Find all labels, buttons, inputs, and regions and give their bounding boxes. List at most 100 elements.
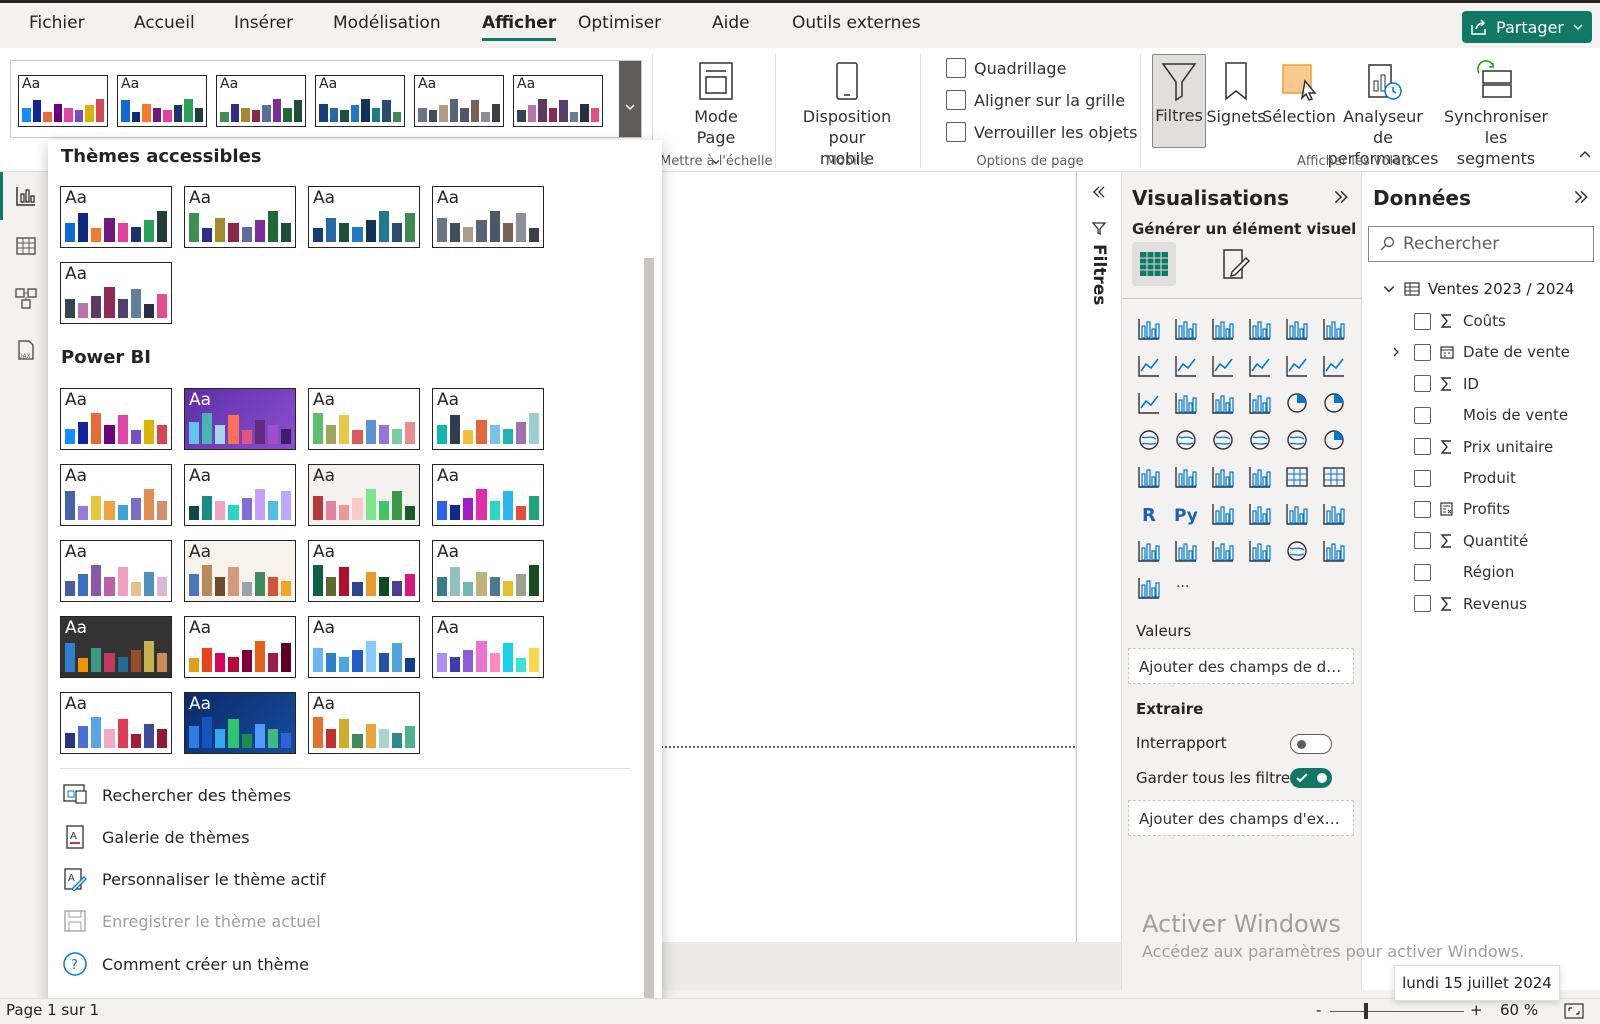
field-item[interactable]: Prix unitaire: [1414, 436, 1553, 458]
stacked-bar-chart-icon[interactable]: [1136, 316, 1162, 342]
browse-themes-item[interactable]: Rechercher des thèmes: [62, 783, 291, 807]
theme-card[interactable]: Aa: [432, 616, 544, 678]
key-influencers-icon[interactable]: [1210, 501, 1236, 527]
theme-card[interactable]: Aa: [60, 692, 172, 754]
dropdown-scrollbar[interactable]: [644, 258, 654, 1010]
funnel-chart-icon[interactable]: [1210, 390, 1236, 416]
field-item[interactable]: Date de vente: [1393, 341, 1570, 363]
clustered-bar-chart-icon[interactable]: [1210, 316, 1236, 342]
theme-card[interactable]: Aa: [60, 540, 172, 602]
menu-fichier[interactable]: Fichier: [29, 13, 85, 33]
filters-collapsed-pane[interactable]: Filtres: [1076, 172, 1121, 942]
theme-card[interactable]: Aa: [432, 186, 544, 248]
share-button[interactable]: Partager: [1462, 11, 1592, 43]
kpi-icon[interactable]: [1210, 464, 1236, 490]
theme-card[interactable]: Aa: [60, 616, 172, 678]
customize-theme-item[interactable]: A Personnaliser le thème actif: [62, 867, 326, 891]
theme-card[interactable]: Aa: [60, 262, 172, 324]
100-stacked-area-icon[interactable]: [1247, 353, 1273, 379]
slicer-icon[interactable]: [1247, 464, 1273, 490]
checkbox[interactable]: [946, 90, 966, 110]
theme-card[interactable]: Aa: [60, 464, 172, 526]
checkbox[interactable]: [946, 58, 966, 78]
scatter-chart-icon[interactable]: [1247, 390, 1273, 416]
report-canvas[interactable]: [650, 172, 1075, 942]
new-slicer-icon[interactable]: [1247, 538, 1273, 564]
table-icon[interactable]: [1284, 464, 1310, 490]
stacked-column-chart-icon[interactable]: [1173, 316, 1199, 342]
mode-page-button[interactable]: Mode Page ⌄: [688, 56, 744, 169]
ribbon-theme-card[interactable]: Aa: [513, 75, 603, 127]
sync-slicers-button[interactable]: Synchroniser les segments: [1434, 56, 1558, 169]
waterfall-chart-icon[interactable]: [1173, 390, 1199, 416]
theme-card[interactable]: Aa: [432, 540, 544, 602]
field-checkbox[interactable]: [1414, 312, 1431, 330]
theme-card[interactable]: Aa: [308, 540, 420, 602]
line-stacked-column-icon[interactable]: [1321, 353, 1347, 379]
menu-inserer[interactable]: Insérer: [234, 13, 293, 33]
field-item[interactable]: Profits: [1414, 498, 1510, 520]
field-item[interactable]: Revenus: [1414, 593, 1527, 615]
theme-card[interactable]: Aa: [308, 464, 420, 526]
field-item[interactable]: ID: [1414, 373, 1479, 395]
theme-card[interactable]: Aa: [60, 388, 172, 450]
theme-card[interactable]: Aa: [432, 464, 544, 526]
table-node[interactable]: Ventes 2023 / 2024: [1382, 280, 1574, 298]
theme-card[interactable]: Aa: [308, 692, 420, 754]
field-item[interactable]: Coûts: [1414, 310, 1506, 332]
selection-pane-button[interactable]: Sélection: [1262, 56, 1336, 127]
qa-icon[interactable]: [1284, 501, 1310, 527]
zoom-out-button[interactable]: -: [1316, 1001, 1321, 1019]
line-clustered-column-icon[interactable]: [1284, 353, 1310, 379]
theme-gallery-item[interactable]: A Galerie de thèmes: [62, 825, 250, 849]
matrix-icon[interactable]: [1321, 464, 1347, 490]
shape-map-icon[interactable]: [1247, 427, 1273, 453]
field-item[interactable]: Produit: [1414, 467, 1516, 489]
100-stacked-bar-icon[interactable]: [1284, 316, 1310, 342]
ribbon-theme-card[interactable]: Aa: [216, 75, 306, 127]
gridlines-checkbox[interactable]: Quadrillage: [946, 58, 1066, 78]
menu-accueil[interactable]: Accueil: [134, 13, 195, 33]
r-visual-icon[interactable]: R: [1136, 501, 1162, 527]
map-icon[interactable]: [1173, 427, 1199, 453]
more-visuals-icon[interactable]: ···: [1173, 575, 1199, 601]
values-dropzone[interactable]: Ajouter des champs de don...: [1128, 648, 1354, 684]
theme-card[interactable]: Aa: [432, 388, 544, 450]
theme-card[interactable]: Aa: [184, 540, 296, 602]
mobile-layout-button[interactable]: Disposition pour mobile: [786, 56, 908, 169]
checkbox[interactable]: [946, 122, 966, 142]
field-checkbox[interactable]: [1414, 438, 1431, 456]
zoom-slider-thumb[interactable]: [1364, 1003, 1368, 1019]
ribbon-theme-card[interactable]: Aa: [414, 75, 504, 127]
dax-query-view-icon[interactable]: DAX: [14, 338, 38, 362]
menu-aide[interactable]: Aide: [712, 13, 750, 33]
theme-card[interactable]: Aa: [184, 388, 296, 450]
filters-pane-button[interactable]: Filtres: [1152, 54, 1206, 148]
drill-through-dropzone[interactable]: Ajouter des champs d'extr...: [1128, 800, 1354, 836]
theme-card[interactable]: Aa: [308, 616, 420, 678]
azure-map-visual-icon[interactable]: [1284, 538, 1310, 564]
collapse-ribbon-icon[interactable]: [1578, 148, 1592, 162]
100-stacked-column-icon[interactable]: [1321, 316, 1347, 342]
field-item[interactable]: Région: [1414, 561, 1514, 583]
field-checkbox[interactable]: [1414, 532, 1431, 550]
model-view-icon[interactable]: [14, 286, 38, 310]
paginated-report-icon[interactable]: [1173, 538, 1199, 564]
ribbon-theme-card[interactable]: Aa: [315, 75, 405, 127]
collapse-right-icon[interactable]: [1572, 188, 1590, 206]
chevron-right-icon[interactable]: [1390, 346, 1402, 358]
zoom-in-button[interactable]: +: [1470, 1001, 1483, 1019]
field-checkbox[interactable]: [1414, 406, 1431, 424]
how-to-theme-item[interactable]: ? Comment créer un thème: [62, 951, 309, 977]
theme-card[interactable]: Aa: [184, 464, 296, 526]
decomposition-tree-icon[interactable]: [1247, 501, 1273, 527]
field-checkbox[interactable]: [1414, 375, 1431, 393]
data-search-box[interactable]: Rechercher: [1368, 226, 1594, 262]
menu-optimiser[interactable]: Optimiser: [578, 13, 661, 33]
theme-card[interactable]: Aa: [60, 186, 172, 248]
card-icon[interactable]: [1136, 464, 1162, 490]
python-visual-icon[interactable]: Py: [1173, 501, 1199, 527]
new-card-icon[interactable]: [1210, 538, 1236, 564]
ribbon-theme-card[interactable]: Aa: [18, 75, 108, 127]
gauge-icon[interactable]: [1321, 427, 1347, 453]
